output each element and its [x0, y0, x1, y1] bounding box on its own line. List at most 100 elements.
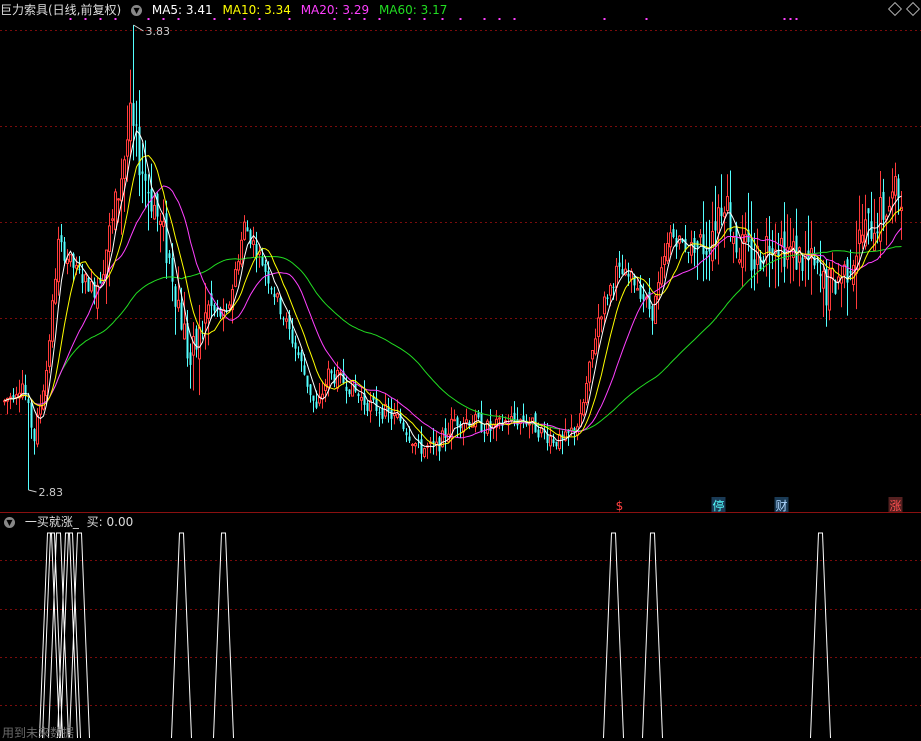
candlestick[interactable] [96, 276, 99, 320]
candlestick[interactable] [618, 250, 621, 278]
candlestick[interactable] [243, 215, 246, 241]
candlestick[interactable] [615, 257, 618, 301]
candlestick[interactable] [348, 389, 351, 397]
candlestick[interactable] [783, 202, 786, 283]
candlestick[interactable] [9, 392, 12, 410]
candlestick[interactable] [831, 252, 834, 293]
candlestick[interactable] [807, 215, 810, 280]
candlesticks[interactable] [3, 25, 903, 490]
candlestick[interactable] [312, 395, 315, 413]
candlestick[interactable] [87, 276, 90, 292]
candlestick[interactable] [819, 240, 822, 293]
candlestick[interactable] [120, 158, 123, 235]
candlestick[interactable] [165, 200, 168, 279]
candlestick[interactable] [273, 286, 276, 305]
collapse-icon[interactable]: ▼ [131, 5, 143, 16]
event-marker-m3[interactable]: 财 [775, 499, 787, 513]
candlestick[interactable] [555, 441, 558, 450]
candlestick[interactable] [150, 163, 153, 218]
candlestick[interactable] [339, 369, 342, 384]
candlestick[interactable] [795, 208, 798, 271]
candlestick[interactable] [51, 294, 54, 348]
candlestick[interactable] [528, 416, 531, 439]
candlestick[interactable] [195, 325, 198, 358]
candlestick[interactable] [678, 235, 681, 250]
candlestick[interactable] [201, 320, 204, 340]
candlestick[interactable] [414, 442, 417, 455]
candlestick[interactable] [426, 442, 429, 459]
candlestick[interactable] [663, 243, 666, 279]
candlestick[interactable] [825, 259, 828, 327]
candlestick[interactable] [168, 250, 171, 265]
candlestick[interactable] [726, 174, 729, 214]
stock-title[interactable]: 巨力索具(日线,前复权) [0, 3, 121, 17]
candlestick[interactable] [381, 404, 384, 424]
candlestick[interactable] [246, 220, 249, 232]
candlestick[interactable] [765, 217, 768, 277]
candlestick[interactable] [900, 191, 903, 240]
candlestick[interactable] [558, 428, 561, 451]
candlestick[interactable] [39, 394, 42, 424]
candlestick[interactable] [450, 407, 453, 450]
candlestick[interactable] [324, 378, 327, 403]
candlestick[interactable] [570, 414, 573, 437]
collapse-icon[interactable]: ▼ [4, 517, 15, 528]
candlestick[interactable] [309, 383, 312, 403]
candlestick[interactable] [360, 387, 363, 411]
candlestick[interactable] [129, 69, 132, 157]
candlestick[interactable] [660, 256, 663, 288]
candlestick[interactable] [846, 257, 849, 316]
candlestick[interactable] [279, 295, 282, 320]
candlestick[interactable] [897, 174, 900, 215]
candlestick[interactable] [432, 428, 435, 455]
candlestick[interactable] [651, 305, 654, 335]
candlestick[interactable] [687, 251, 690, 264]
candlestick[interactable] [552, 433, 555, 447]
candlestick[interactable] [465, 408, 468, 429]
candlestick[interactable] [285, 312, 288, 329]
candlestick[interactable] [750, 201, 753, 289]
candlestick[interactable] [183, 291, 186, 340]
event-marker-m2[interactable]: 停 [712, 498, 724, 513]
candlestick[interactable] [300, 349, 303, 372]
candlestick[interactable] [411, 443, 414, 454]
candlestick[interactable] [597, 304, 600, 350]
candlestick[interactable] [438, 436, 441, 461]
candlestick[interactable] [579, 399, 582, 427]
candlestick[interactable] [57, 226, 60, 296]
candlestick[interactable] [162, 199, 165, 242]
candlestick[interactable] [522, 403, 525, 429]
candlestick[interactable] [192, 322, 195, 391]
candlestick[interactable] [855, 220, 858, 310]
candlestick[interactable] [744, 212, 747, 272]
candlestick[interactable] [27, 392, 30, 490]
candlestick[interactable] [357, 392, 360, 404]
candlestick[interactable] [828, 262, 831, 321]
candlestick[interactable] [600, 315, 603, 333]
candlestick[interactable] [177, 266, 180, 312]
candlestick[interactable] [318, 383, 321, 407]
candlestick[interactable] [486, 418, 489, 437]
candlestick[interactable] [240, 231, 243, 268]
candlestick[interactable] [378, 407, 381, 427]
candlestick[interactable] [66, 249, 69, 275]
candlestick[interactable] [270, 286, 273, 295]
candlestick[interactable] [153, 193, 156, 220]
candlestick[interactable] [585, 376, 588, 406]
candlestick[interactable] [525, 414, 528, 427]
candlestick[interactable] [429, 436, 432, 454]
candlestick[interactable] [531, 417, 534, 434]
candlestick[interactable] [492, 423, 495, 439]
candlestick[interactable] [813, 246, 816, 270]
candlestick[interactable] [15, 386, 18, 405]
candlestick[interactable] [42, 384, 45, 411]
candlestick[interactable] [804, 230, 807, 287]
candlestick[interactable] [717, 194, 720, 265]
candlestick[interactable] [888, 196, 891, 212]
candlestick[interactable] [135, 100, 138, 157]
candlestick[interactable] [771, 230, 774, 270]
candlestick[interactable] [483, 423, 486, 443]
event-marker-m1[interactable]: $ [616, 499, 624, 513]
candlestick[interactable] [294, 335, 297, 362]
candlestick[interactable] [297, 346, 300, 359]
